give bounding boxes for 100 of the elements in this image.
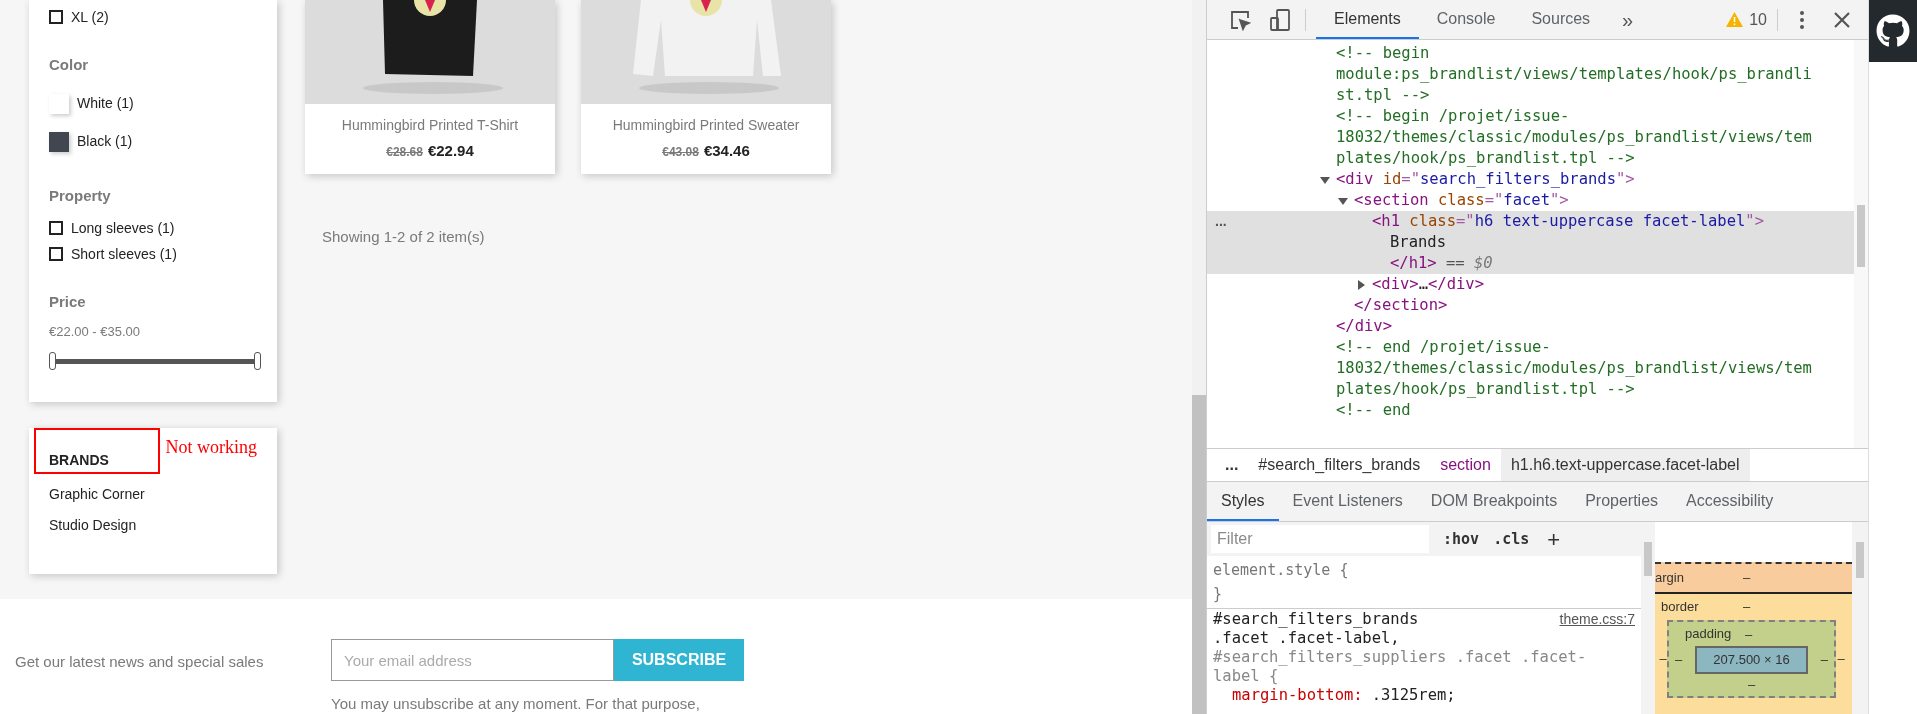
filter-field[interactable]: Filter <box>1211 525 1429 553</box>
color-swatch[interactable] <box>49 93 69 114</box>
devtools-tab[interactable]: Sources <box>1513 0 1609 39</box>
email-field[interactable]: Your email address <box>331 639 614 681</box>
triangle-icon[interactable] <box>1356 279 1366 290</box>
warning-count[interactable]: 10 <box>1749 7 1767 32</box>
code-line: </h1> == $0 <box>1390 252 1493 274</box>
box-label: border <box>1660 598 1700 617</box>
triangle-icon[interactable] <box>1338 195 1348 206</box>
code-line: <!-- end <box>1336 399 1411 421</box>
filter-option[interactable]: Short sleeves (1) <box>71 243 177 265</box>
filter-option[interactable]: Black (1) <box>77 131 133 152</box>
code-line: plates/hook/ps_brandlist.tpl --> <box>1336 378 1635 400</box>
css-selector: #search_filters_suppliers .facet .facet- <box>1213 648 1587 667</box>
code-line: Brands <box>1390 231 1446 253</box>
css-selector: #search_filters_brands <box>1213 610 1419 629</box>
results-count: Showing 1-2 of 2 item(s) <box>322 227 486 247</box>
scrollbar[interactable] <box>1192 0 1206 714</box>
breadcrumb-item[interactable]: section <box>1430 449 1501 481</box>
box-value: – <box>1743 598 1751 617</box>
hov-button[interactable]: :hov <box>1443 527 1480 551</box>
content-box: 207.500 × 16 <box>1695 646 1808 674</box>
inspect-icon[interactable] <box>1229 8 1251 31</box>
slider-handle[interactable] <box>254 352 261 370</box>
code-line: <div id="search_filters_brands"> <box>1336 168 1635 190</box>
code-line: <h1 class="h6 text-uppercase facet-label"> <box>1372 210 1764 232</box>
breadcrumb-item[interactable]: ... <box>1215 449 1249 481</box>
css-line: element.style { <box>1213 560 1350 581</box>
old-price: €43.08 <box>662 144 699 162</box>
more-tabs-button[interactable]: » <box>1622 4 1634 35</box>
newsletter-text: Get our latest news and special sales <box>15 652 265 672</box>
css-selector: label { <box>1213 667 1279 686</box>
device-icon[interactable] <box>1269 7 1291 32</box>
box-value: – <box>1820 651 1828 669</box>
kebab-menu-icon[interactable] <box>1800 10 1804 29</box>
facet-title: Price <box>49 292 87 312</box>
new-rule-button[interactable]: + <box>1547 522 1561 556</box>
brand-link[interactable]: Studio Design <box>49 515 257 536</box>
price-range: €22.00 - €35.00 <box>49 322 142 341</box>
scrollbar[interactable] <box>1852 522 1868 714</box>
more-dots[interactable]: ... <box>1215 211 1227 232</box>
styles-tab[interactable]: Accessibility <box>1672 482 1788 521</box>
price: €34.46 <box>703 141 750 162</box>
box-value: – <box>1675 651 1683 669</box>
css-property: margin-bottom: <box>1232 686 1363 705</box>
product-card[interactable]: Hummingbird Printed T-Shirt €28.68 €22.94 <box>305 0 555 174</box>
code-line: <!-- begin <box>1336 42 1430 64</box>
product-name[interactable]: Hummingbird Printed Sweater <box>612 115 800 137</box>
css-line: } <box>1213 584 1224 605</box>
checkbox[interactable] <box>49 247 63 261</box>
product-name[interactable]: Hummingbird Printed T-Shirt <box>341 115 519 137</box>
facet-title: BRANDS <box>49 451 109 470</box>
code-line: <section class="facet"> <box>1354 189 1569 211</box>
code-line: <div>…</div> <box>1372 273 1484 295</box>
box-value: – <box>1743 569 1751 588</box>
code-line: <!-- begin /projet/issue- <box>1336 105 1570 127</box>
box-value: – <box>1659 650 1667 668</box>
checkbox[interactable] <box>49 221 63 235</box>
css-value: .3125rem; <box>1371 686 1456 705</box>
box-value: – <box>1747 675 1756 694</box>
code-line: module:ps_brandlist/views/templates/hook/ps_brandli <box>1336 63 1812 85</box>
code-line: st.tpl --> <box>1336 84 1430 106</box>
checkbox[interactable] <box>49 10 63 24</box>
brand-link[interactable]: Graphic Corner <box>49 484 257 505</box>
styles-tab[interactable]: Properties <box>1571 482 1673 521</box>
facet-title: Color <box>49 55 90 75</box>
annotation-text: Not working <box>165 436 257 459</box>
css-selector: .facet .facet-label, <box>1213 629 1400 648</box>
code-line: </div> <box>1336 315 1392 337</box>
corner-banner[interactable] <box>1869 0 1917 62</box>
product-card[interactable]: Hummingbird Printed Sweater €43.08 €34.46 <box>581 0 831 174</box>
box-value: – <box>1745 627 1753 642</box>
filter-option[interactable]: XL (2) <box>71 6 109 28</box>
code-line: 18032/themes/classic/modules/ps_brandlist/views/tem <box>1336 357 1812 379</box>
code-line: 18032/themes/classic/modules/ps_brandlist/views/tem <box>1336 126 1812 148</box>
source-link[interactable]: theme.css:7 <box>1559 610 1635 629</box>
devtools-tab[interactable]: Elements <box>1316 0 1419 39</box>
scrollbar[interactable] <box>1854 40 1868 448</box>
facet-title: Property <box>49 185 112 206</box>
scrollbar[interactable] <box>1641 522 1655 714</box>
unsubscribe-note: You may unsubscribe at any moment. For that purpose, <box>331 694 701 714</box>
box-label: padding <box>1684 625 1729 644</box>
filter-option[interactable]: Long sleeves (1) <box>71 217 175 239</box>
old-price: €28.68 <box>386 144 423 162</box>
close-icon[interactable] <box>1834 11 1850 28</box>
styles-tab[interactable]: Event Listeners <box>1278 482 1417 521</box>
styles-tab[interactable]: DOM Breakpoints <box>1416 482 1572 521</box>
code-line: <!-- end /projet/issue- <box>1336 336 1551 358</box>
cat-logo-icon <box>1876 14 1910 48</box>
triangle-icon[interactable] <box>1320 174 1330 185</box>
filter-option[interactable]: White (1) <box>77 93 134 114</box>
devtools-tab[interactable]: Console <box>1418 0 1514 39</box>
code-line: plates/hook/ps_brandlist.tpl --> <box>1336 147 1635 169</box>
cls-button[interactable]: .cls <box>1493 527 1530 551</box>
code-line: </section> <box>1354 294 1448 316</box>
slider-handle[interactable] <box>49 352 56 370</box>
box-label: argin <box>1655 569 1685 588</box>
color-swatch[interactable] <box>49 131 69 152</box>
breadcrumb-item[interactable]: h1.h6.text-uppercase.facet-label <box>1500 449 1750 481</box>
breadcrumb-item[interactable]: #search_filters_brands <box>1248 449 1431 481</box>
